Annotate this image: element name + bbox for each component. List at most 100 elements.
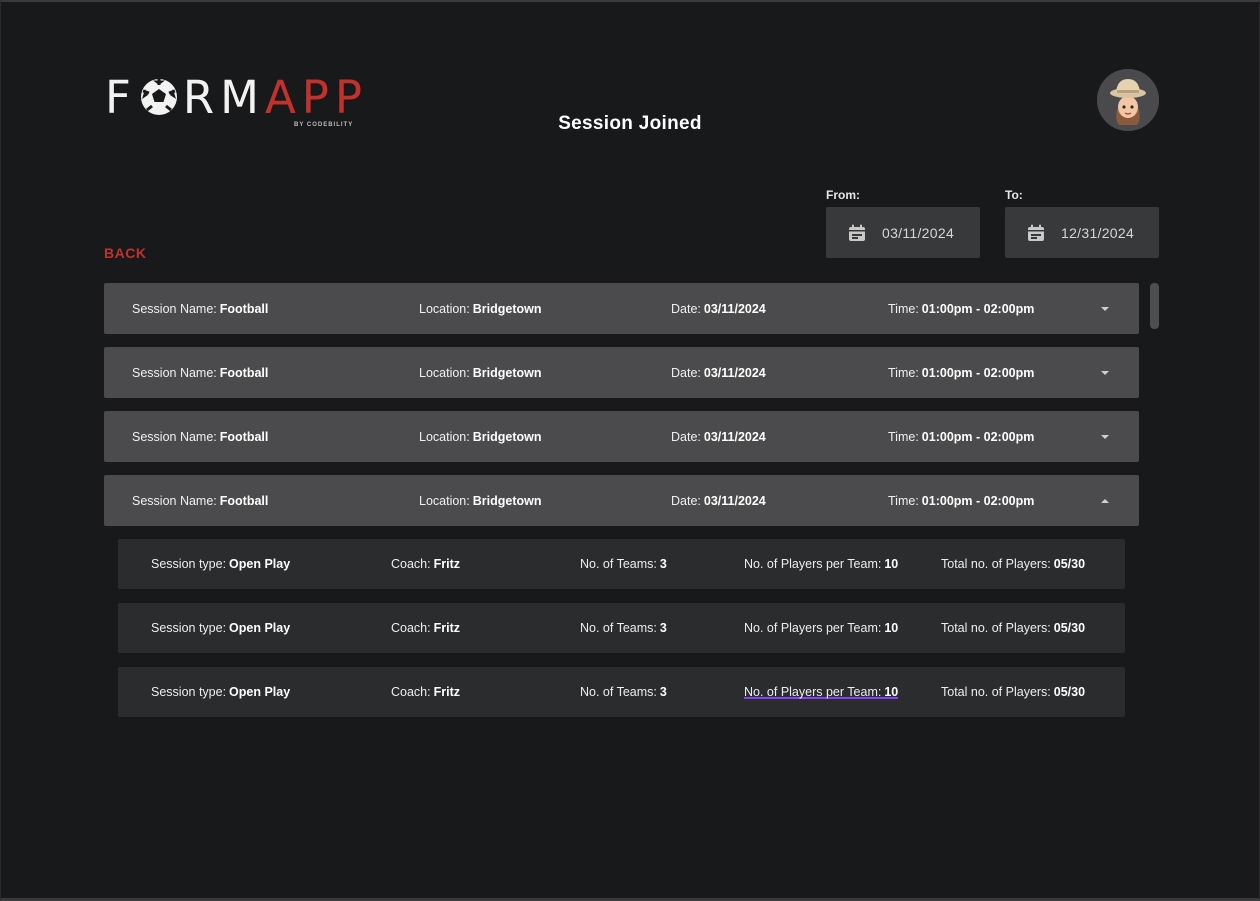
session-row-expanded[interactable]: Session Name: Football Location: Bridgetow… (104, 475, 1139, 526)
to-date-picker[interactable]: 12/31/2024 (1005, 207, 1159, 258)
coach-value: Fritz (433, 621, 460, 635)
session-row[interactable]: Session Name: Football Location: Bridgetow… (104, 411, 1139, 462)
teams-value: 3 (659, 685, 667, 699)
teams-cell: No. of Teams: 3 (580, 667, 667, 717)
session-name-value: Football (219, 301, 269, 316)
location-label: Location: (419, 365, 470, 380)
time-value: 01:00pm - 02:00pm (921, 365, 1035, 380)
coach-value: Fritz (433, 557, 460, 571)
session-type-label: Session type: (151, 685, 227, 699)
time-cell: Time: 01:00pm - 02:00pm (888, 283, 1034, 334)
date-cell: Date: 03/11/2024 (671, 411, 766, 462)
total-players-value: 05/30 (1053, 557, 1086, 571)
date-value: 03/11/2024 (703, 429, 766, 444)
time-label: Time: (888, 301, 919, 316)
players-per-team-value: 10 (884, 557, 899, 571)
players-per-team-value: 10 (884, 621, 899, 635)
session-type-value: Open Play (229, 557, 291, 571)
coach-cell: Coach: Fritz (391, 539, 460, 589)
calendar-icon (1028, 224, 1044, 241)
time-label: Time: (888, 493, 919, 508)
players-per-team-label: No. of Players per Team: (744, 621, 882, 635)
soccer-ball-icon (140, 79, 177, 115)
teams-value: 3 (659, 557, 667, 571)
date-label: Date: (671, 493, 701, 508)
session-detail-row: Session type: Open Play Coach: Fritz No. o… (118, 539, 1125, 589)
date-cell: Date: 03/11/2024 (671, 347, 766, 398)
session-name-label: Session Name: (132, 493, 217, 508)
to-date-value: 12/31/2024 (1061, 224, 1135, 241)
session-name-cell: Session Name: Football (132, 347, 268, 398)
session-type-value: Open Play (229, 685, 291, 699)
location-value: Bridgetown (472, 365, 542, 380)
session-name-value: Football (219, 493, 269, 508)
location-cell: Location: Bridgetown (419, 283, 541, 334)
avatar-image (1097, 69, 1159, 131)
coach-label: Coach: (391, 621, 431, 635)
session-row[interactable]: Session Name: Football Location: Bridgetow… (104, 283, 1139, 334)
coach-cell: Coach: Fritz (391, 603, 460, 653)
total-players-value: 05/30 (1053, 621, 1086, 635)
chevron-up-icon[interactable] (1099, 495, 1111, 507)
time-cell: Time: 01:00pm - 02:00pm (888, 411, 1034, 462)
time-label: Time: (888, 365, 919, 380)
coach-cell: Coach: Fritz (391, 667, 460, 717)
total-players-label: Total no. of Players: (941, 621, 1051, 635)
session-detail-row: Session type: Open Play Coach: Fritz No. o… (118, 667, 1125, 717)
time-value: 01:00pm - 02:00pm (921, 301, 1035, 316)
chevron-down-icon[interactable] (1099, 367, 1111, 379)
coach-value: Fritz (433, 685, 460, 699)
teams-label: No. of Teams: (580, 621, 657, 635)
date-value: 03/11/2024 (703, 365, 766, 380)
date-label: Date: (671, 429, 701, 444)
session-name-cell: Session Name: Football (132, 283, 268, 334)
time-cell: Time: 01:00pm - 02:00pm (888, 475, 1034, 526)
from-date-picker[interactable]: 03/11/2024 (826, 207, 980, 258)
from-label: From: (826, 188, 860, 202)
page-title: Session Joined (558, 113, 702, 134)
teams-cell: No. of Teams: 3 (580, 603, 667, 653)
total-players-label: Total no. of Players: (941, 557, 1051, 571)
time-value: 01:00pm - 02:00pm (921, 493, 1035, 508)
location-value: Bridgetown (472, 493, 542, 508)
time-value: 01:00pm - 02:00pm (921, 429, 1035, 444)
players-per-team-cell-highlighted: No. of Players per Team: 10 (744, 685, 899, 699)
session-type-cell: Session type: Open Play (151, 667, 290, 717)
back-button[interactable]: BACK (104, 245, 146, 261)
session-name-value: Football (219, 365, 269, 380)
location-label: Location: (419, 493, 470, 508)
session-name-value: Football (219, 429, 269, 444)
location-label: Location: (419, 301, 470, 316)
date-value: 03/11/2024 (703, 493, 766, 508)
players-per-team-value: 10 (884, 685, 899, 699)
players-per-team-cell: No. of Players per Team: 10 (744, 539, 898, 589)
to-label: To: (1005, 188, 1023, 202)
location-value: Bridgetown (472, 429, 542, 444)
chevron-down-icon[interactable] (1099, 431, 1111, 443)
avatar[interactable] (1097, 69, 1159, 131)
time-label: Time: (888, 429, 919, 444)
calendar-icon (849, 224, 865, 241)
date-cell: Date: 03/11/2024 (671, 283, 766, 334)
total-players-value: 05/30 (1053, 685, 1086, 699)
location-value: Bridgetown (472, 301, 542, 316)
location-label: Location: (419, 429, 470, 444)
coach-label: Coach: (391, 685, 431, 699)
total-players-cell: Total no. of Players: 05/30 (941, 667, 1085, 717)
session-name-label: Session Name: (132, 365, 217, 380)
location-cell: Location: Bridgetown (419, 347, 541, 398)
scrollbar-thumb[interactable] (1150, 283, 1159, 329)
players-per-team-label: No. of Players per Team: (744, 685, 882, 699)
teams-value: 3 (659, 621, 667, 635)
total-players-label: Total no. of Players: (941, 685, 1051, 699)
session-row[interactable]: Session Name: Football Location: Bridgetow… (104, 347, 1139, 398)
time-cell: Time: 01:00pm - 02:00pm (888, 347, 1034, 398)
players-per-team-cell: No. of Players per Team: 10 (744, 603, 898, 653)
chevron-down-icon[interactable] (1099, 303, 1111, 315)
total-players-cell: Total no. of Players: 05/30 (941, 603, 1085, 653)
location-cell: Location: Bridgetown (419, 411, 541, 462)
teams-label: No. of Teams: (580, 685, 657, 699)
coach-label: Coach: (391, 557, 431, 571)
total-players-cell: Total no. of Players: 05/30 (941, 539, 1085, 589)
session-name-cell: Session Name: Football (132, 411, 268, 462)
